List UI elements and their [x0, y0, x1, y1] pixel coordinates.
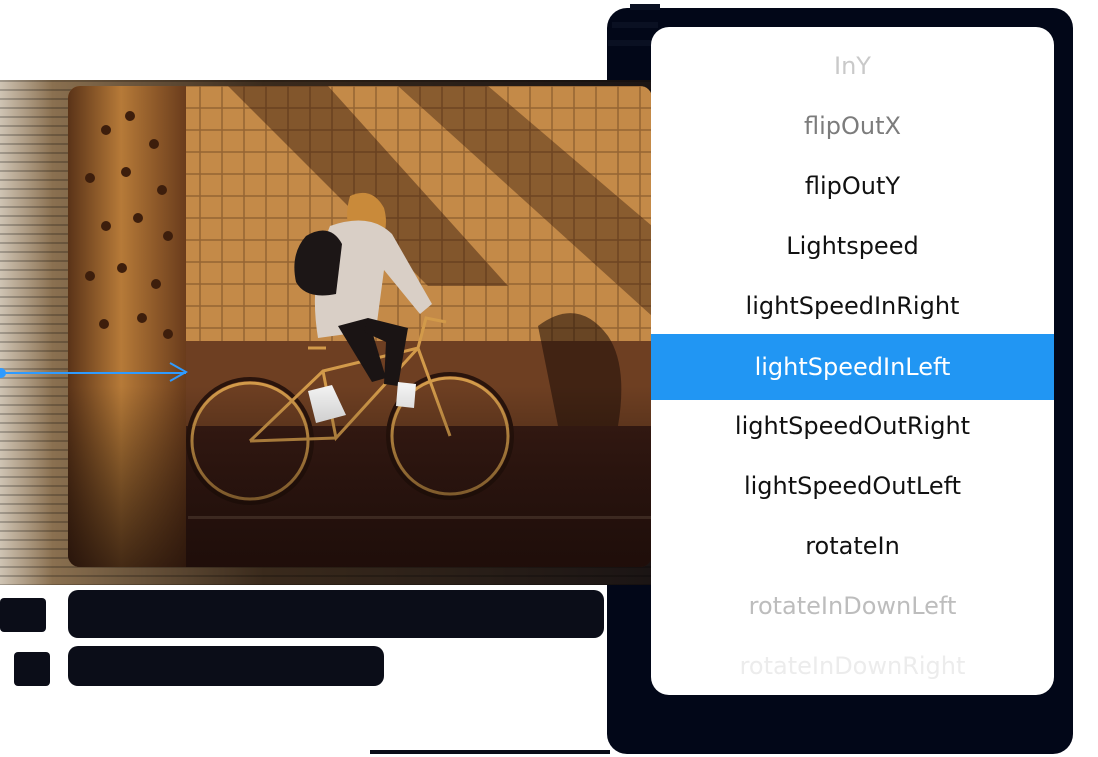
list-item[interactable]: InY [651, 36, 1054, 96]
list-item[interactable]: Lightspeed [651, 216, 1054, 276]
list-item[interactable]: flipOutY [651, 156, 1054, 216]
caption-bullet [0, 598, 46, 632]
list-item[interactable]: rotateIn [651, 516, 1054, 576]
caption-line-2 [68, 646, 384, 686]
backdrop-streak [630, 4, 660, 10]
animation-list[interactable]: InY flipOutX flipOutY Lightspeed lightSp… [651, 27, 1054, 695]
list-item[interactable]: lightSpeedInRight [651, 276, 1054, 336]
arrow-right-icon [169, 362, 188, 382]
list-item[interactable]: lightSpeedOutRight [651, 396, 1054, 456]
list-item[interactable]: rotateInDownRight [651, 636, 1054, 695]
caption-bullet [14, 652, 50, 686]
caption-line-1 [68, 590, 604, 638]
list-item-selected[interactable]: lightSpeedInLeft [651, 334, 1054, 400]
backdrop-streak [612, 22, 658, 28]
list-item[interactable]: flipOutX [651, 96, 1054, 156]
list-item[interactable]: rotateInDownLeft [651, 576, 1054, 636]
list-item[interactable]: lightSpeedOutLeft [651, 456, 1054, 516]
caption-underline [370, 750, 610, 754]
cyclist-illustration [68, 86, 652, 567]
cyclist-photo [68, 86, 652, 567]
arrow-indicator-line [0, 372, 186, 374]
